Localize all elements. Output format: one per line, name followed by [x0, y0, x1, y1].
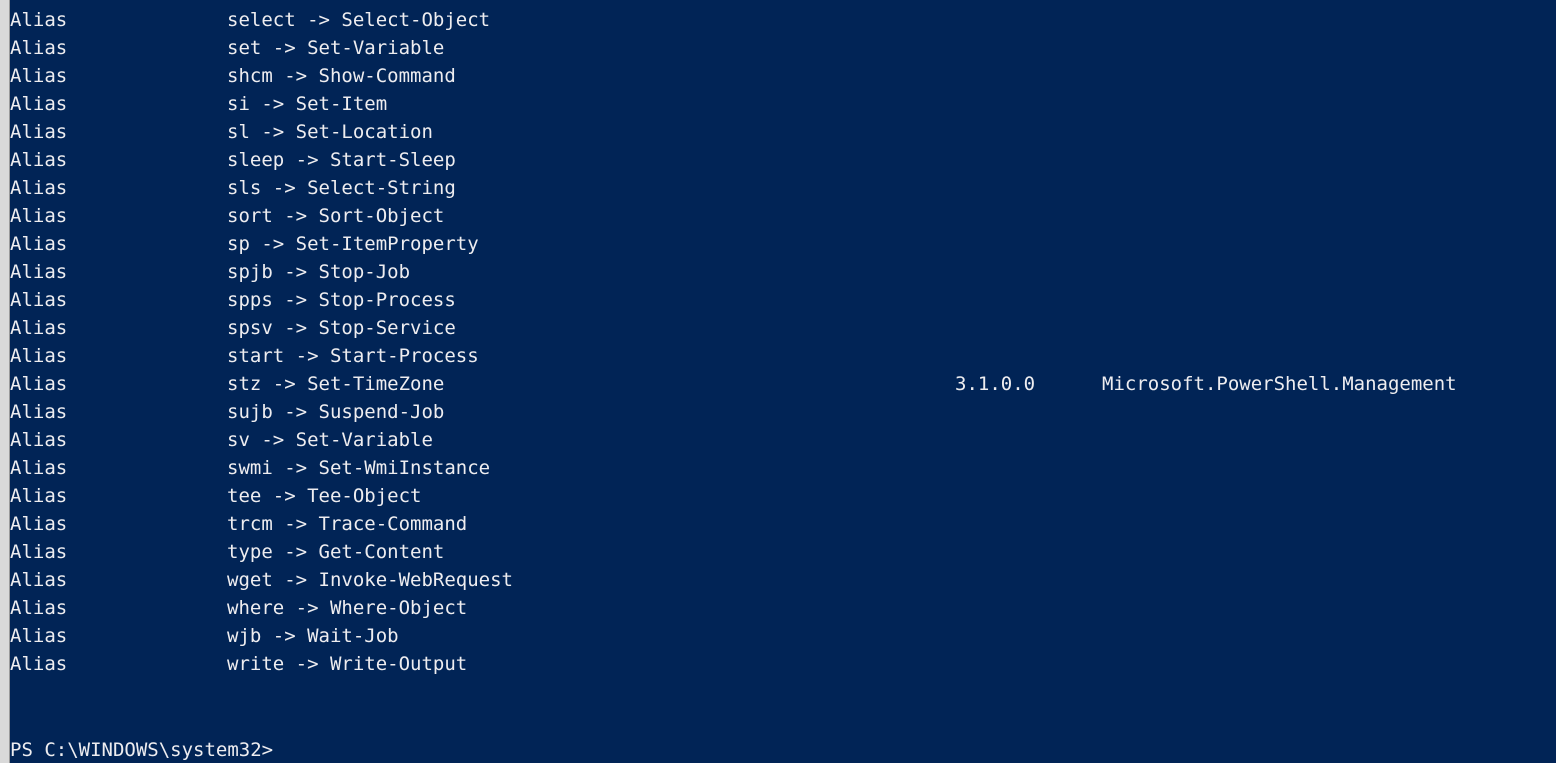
command-type-cell: Alias	[10, 93, 68, 115]
command-name-cell: stz -> Set-TimeZone	[227, 373, 445, 395]
table-row: Alias write -> Write-Output	[10, 650, 1556, 678]
console-output-area[interactable]: PS C:\WINDOWS\system32> Alias select -> S…	[10, 0, 1556, 763]
command-name-cell: wjb -> Wait-Job	[227, 625, 399, 647]
command-type-cell: Alias	[10, 653, 68, 675]
table-row: Alias spjb -> Stop-Job	[10, 258, 1556, 286]
command-name-cell: sort -> Sort-Object	[227, 205, 445, 227]
table-row: Alias select -> Select-Object	[10, 6, 1556, 34]
command-type-cell: Alias	[10, 485, 68, 507]
table-row: Alias sort -> Sort-Object	[10, 202, 1556, 230]
table-row: Alias shcm -> Show-Command	[10, 62, 1556, 90]
powershell-window: PS C:\WINDOWS\system32> Alias select -> S…	[0, 0, 1556, 763]
command-type-cell: Alias	[10, 513, 68, 535]
command-name-cell: sv -> Set-Variable	[227, 429, 433, 451]
command-type-cell: Alias	[10, 233, 68, 255]
table-row: Alias sls -> Select-String	[10, 174, 1556, 202]
command-name-cell: select -> Select-Object	[227, 9, 491, 31]
table-row: Alias start -> Start-Process	[10, 342, 1556, 370]
table-row: Alias stz -> Set-TimeZone 3.1.0.0 Microsoft…	[10, 370, 1556, 398]
command-name-cell: tee -> Tee-Object	[227, 485, 422, 507]
command-name-cell: swmi -> Set-WmiInstance	[227, 457, 491, 479]
command-name-cell: trcm -> Trace-Command	[227, 513, 468, 535]
command-type-cell: Alias	[10, 9, 68, 31]
table-row: Alias sujb -> Suspend-Job	[10, 398, 1556, 426]
table-row: Alias tee -> Tee-Object	[10, 482, 1556, 510]
command-type-cell: Alias	[10, 541, 68, 563]
table-row: Alias where -> Where-Object	[10, 594, 1556, 622]
table-row: Alias sl -> Set-Location	[10, 118, 1556, 146]
command-name-cell: where -> Where-Object	[227, 597, 468, 619]
table-row: Alias type -> Get-Content	[10, 538, 1556, 566]
command-type-cell: Alias	[10, 345, 68, 367]
command-type-cell: Alias	[10, 289, 68, 311]
command-type-cell: Alias	[10, 65, 68, 87]
command-name-cell: shcm -> Show-Command	[227, 65, 456, 87]
command-type-cell: Alias	[10, 149, 68, 171]
command-type-cell: Alias	[10, 429, 68, 451]
table-row: Alias si -> Set-Item	[10, 90, 1556, 118]
command-type-cell: Alias	[10, 121, 68, 143]
command-source-cell: Microsoft.PowerShell.Management	[1102, 373, 1457, 395]
command-name-cell: sujb -> Suspend-Job	[227, 401, 445, 423]
command-type-cell: Alias	[10, 597, 68, 619]
command-type-cell: Alias	[10, 401, 68, 423]
command-type-cell: Alias	[10, 261, 68, 283]
table-row: Alias sp -> Set-ItemProperty	[10, 230, 1556, 258]
command-name-cell: spjb -> Stop-Job	[227, 261, 411, 283]
table-row: Alias wjb -> Wait-Job	[10, 622, 1556, 650]
command-name-cell: si -> Set-Item	[227, 93, 388, 115]
command-name-cell: sls -> Select-String	[227, 177, 456, 199]
table-row: Alias spsv -> Stop-Service	[10, 314, 1556, 342]
command-name-cell: wget -> Invoke-WebRequest	[227, 569, 513, 591]
command-type-cell: Alias	[10, 177, 68, 199]
command-name-cell: sp -> Set-ItemProperty	[227, 233, 479, 255]
command-version-cell: 3.1.0.0	[955, 373, 1036, 395]
command-name-cell: start -> Start-Process	[227, 345, 479, 367]
table-row: Alias wget -> Invoke-WebRequest	[10, 566, 1556, 594]
command-name-cell: sl -> Set-Location	[227, 121, 433, 143]
command-type-cell: Alias	[10, 569, 68, 591]
table-row: Alias sv -> Set-Variable	[10, 426, 1556, 454]
table-row: Alias swmi -> Set-WmiInstance	[10, 454, 1556, 482]
table-row: Alias sleep -> Start-Sleep	[10, 146, 1556, 174]
command-type-cell: Alias	[10, 625, 68, 647]
command-type-cell: Alias	[10, 373, 68, 395]
command-name-cell: sleep -> Start-Sleep	[227, 149, 456, 171]
window-left-edge	[0, 0, 10, 763]
command-name-cell: spsv -> Stop-Service	[227, 317, 456, 339]
command-type-cell: Alias	[10, 457, 68, 479]
command-type-cell: Alias	[10, 205, 68, 227]
table-row: Alias set -> Set-Variable	[10, 34, 1556, 62]
command-name-cell: spps -> Stop-Process	[227, 289, 456, 311]
table-row: Alias trcm -> Trace-Command	[10, 510, 1556, 538]
command-name-cell: type -> Get-Content	[227, 541, 445, 563]
command-type-cell: Alias	[10, 317, 68, 339]
command-name-cell: write -> Write-Output	[227, 653, 468, 675]
command-prompt[interactable]: PS C:\WINDOWS\system32>	[10, 736, 273, 763]
command-name-cell: set -> Set-Variable	[227, 37, 445, 59]
command-type-cell: Alias	[10, 37, 68, 59]
table-row: Alias spps -> Stop-Process	[10, 286, 1556, 314]
